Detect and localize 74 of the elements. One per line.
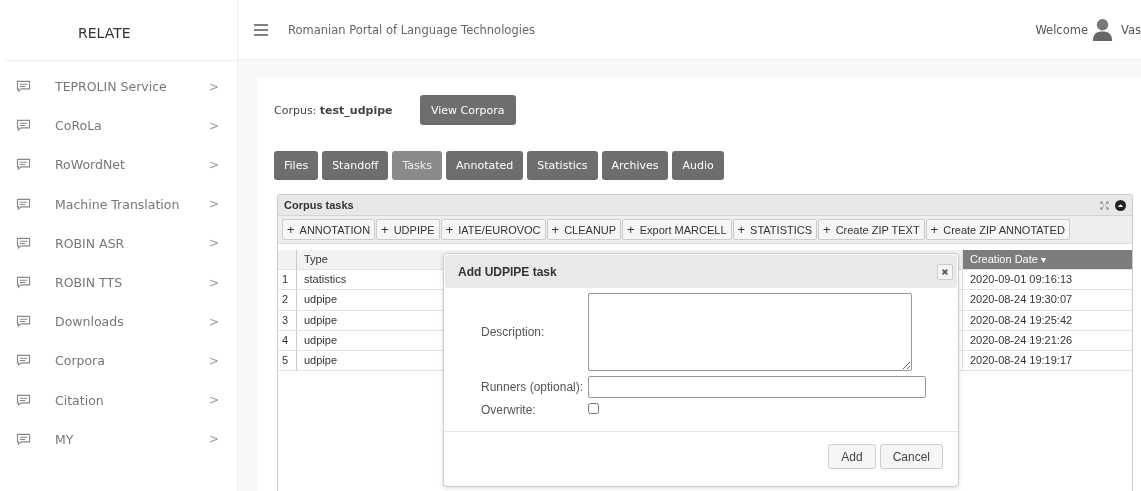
table-cell: 2020-09-01 09:16:13 <box>962 270 1132 290</box>
row-number: 4 <box>278 330 297 350</box>
chat-icon <box>16 197 31 211</box>
sidebar-item[interactable]: Machine Translation > <box>0 184 237 224</box>
tab[interactable]: Archives <box>601 151 669 180</box>
menu-icon[interactable] <box>254 23 268 36</box>
corpus-label: Corpus: test_udpipe <box>274 103 394 117</box>
tab[interactable]: Audio <box>672 151 724 180</box>
column-header[interactable]: Creation Date ▾ <box>962 250 1132 270</box>
view-corpora-button[interactable]: View Corpora <box>420 95 516 125</box>
add-task-button[interactable]: + Export MARCELL <box>622 219 732 240</box>
sidebar-item[interactable]: Corpora > <box>0 341 237 381</box>
user-avatar-icon <box>1092 18 1113 41</box>
chat-icon <box>16 158 31 172</box>
expand-icon[interactable] <box>1100 200 1109 210</box>
welcome-text: Welcome <box>1035 22 1088 37</box>
runners-label: Runners (optional): <box>481 380 585 394</box>
add-task-button[interactable]: + ANNOTATION <box>282 219 376 240</box>
chat-icon <box>16 119 31 133</box>
table-cell: 2020-08-24 19:25:42 <box>962 310 1132 330</box>
overwrite-checkbox[interactable] <box>588 403 599 414</box>
chat-icon <box>16 432 31 446</box>
brand-title: RELATE <box>4 0 237 61</box>
sidebar-item[interactable]: Citation > <box>0 380 237 420</box>
chat-icon <box>16 354 31 368</box>
chat-icon <box>16 393 31 407</box>
sidebar-item[interactable]: ROBIN TTS > <box>0 262 237 303</box>
close-button[interactable] <box>937 263 953 280</box>
tab[interactable]: Files <box>274 151 319 180</box>
table-cell-text: udpipe <box>303 292 339 308</box>
tab[interactable]: Tasks <box>392 151 442 180</box>
user-name[interactable]: Vas <box>1121 22 1141 37</box>
dialog-button[interactable]: Add <box>828 444 876 469</box>
table-cell-text: statistics <box>303 272 348 288</box>
description-label: Description: <box>481 325 546 339</box>
grid-caption: Corpus tasks <box>284 199 355 211</box>
add-task-button[interactable]: + CLEANUP <box>546 219 622 240</box>
table-cell-text: udpipe <box>303 332 339 348</box>
sidebar-item[interactable]: MY > <box>0 419 237 459</box>
add-task-button[interactable]: + Create ZIP TEXT <box>818 219 925 240</box>
column-header[interactable]: Type <box>297 250 447 270</box>
description-field[interactable] <box>588 293 912 371</box>
overwrite-label: Overwrite: <box>481 403 537 417</box>
tab[interactable]: Standoff <box>322 151 389 180</box>
table-cell-text: udpipe <box>303 352 339 368</box>
chat-icon <box>16 276 31 290</box>
dialog-title: Add UDPIPE task <box>458 264 558 279</box>
table-cell: 2020-08-24 19:30:07 <box>962 290 1132 310</box>
sidebar-item[interactable]: Downloads > <box>0 302 237 342</box>
add-task-button[interactable]: + STATISTICS <box>732 219 818 240</box>
table-cell: 2020-08-24 19:19:17 <box>962 350 1132 371</box>
chat-icon <box>16 236 31 250</box>
runners-field[interactable] <box>588 376 926 398</box>
sidebar-item[interactable]: RoWordNet > <box>0 145 237 185</box>
add-task-button[interactable]: + UDPIPE <box>376 219 440 240</box>
dialog-button[interactable]: Cancel <box>879 444 943 469</box>
sidebar-item[interactable]: CoRoLa > <box>0 106 237 146</box>
sidebar-item[interactable]: TEPROLIN Service > <box>0 67 237 107</box>
row-number: 1 <box>278 270 297 290</box>
add-task-button[interactable]: + Create ZIP ANNOTATED <box>925 219 1070 240</box>
collapse-icon[interactable] <box>1115 199 1126 211</box>
tab[interactable]: Annotated <box>445 151 524 180</box>
table-cell: 2020-08-24 19:21:26 <box>962 330 1132 350</box>
row-number: 5 <box>278 350 297 371</box>
sidebar-item[interactable]: ROBIN ASR > <box>0 223 237 263</box>
chat-icon <box>16 80 31 94</box>
row-number: 3 <box>278 310 297 330</box>
add-task-button[interactable]: + IATE/EUROVOC <box>440 219 546 240</box>
chat-icon <box>16 315 31 329</box>
close-icon <box>941 267 949 276</box>
portal-title: Romanian Portal of Language Technologies <box>288 22 535 37</box>
table-cell-text: udpipe <box>303 312 339 328</box>
tab[interactable]: Statistics <box>527 151 598 180</box>
row-number: 2 <box>278 290 297 310</box>
